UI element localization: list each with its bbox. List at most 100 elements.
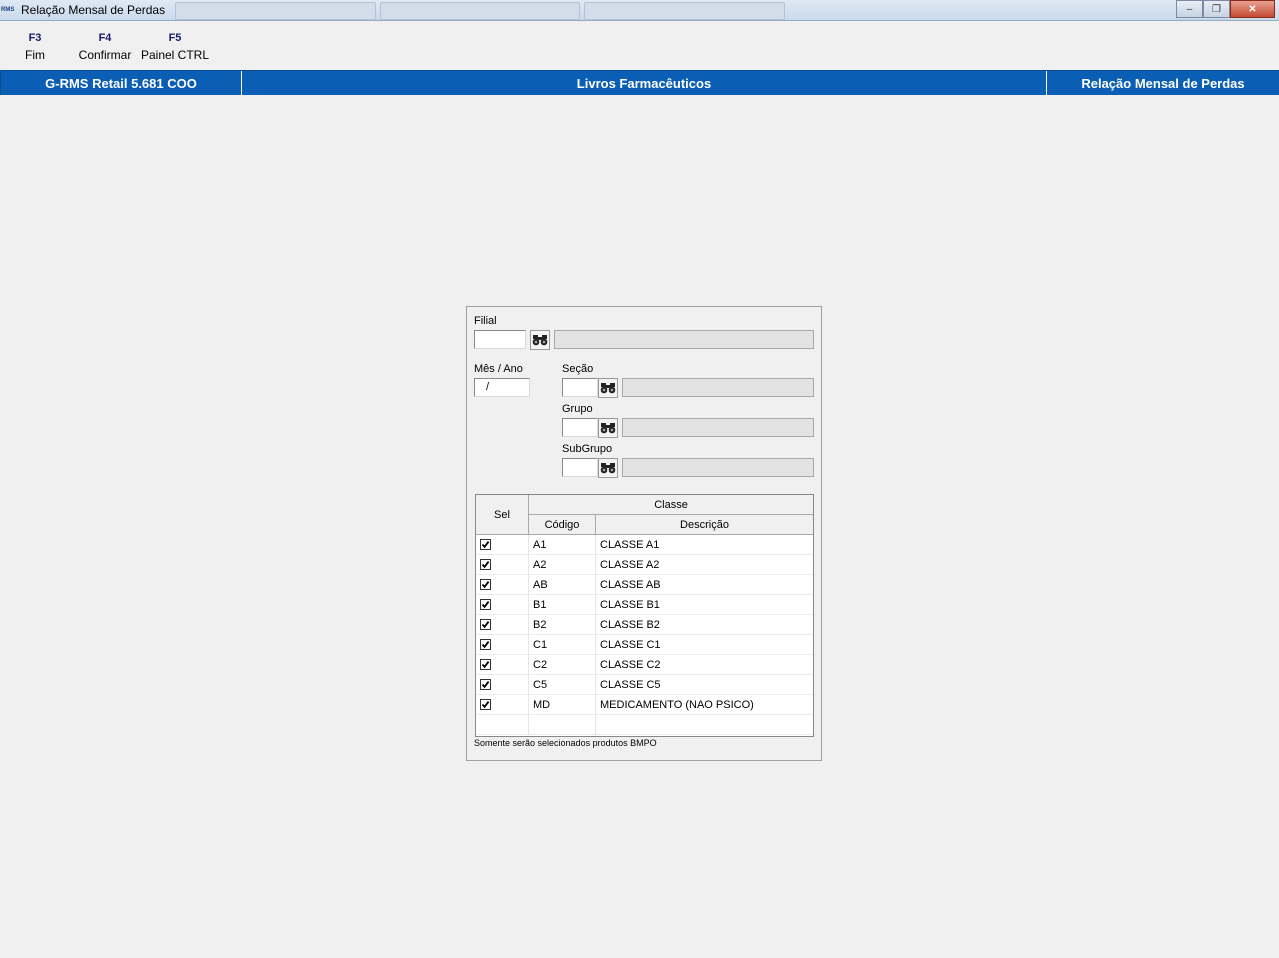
descricao-cell: CLASSE AB bbox=[600, 579, 661, 591]
secao-search-binoculars-icon[interactable] bbox=[598, 378, 618, 398]
bmpo-note: Somente serão selecionados produtos BMPO bbox=[474, 738, 657, 748]
checkbox-checked-icon[interactable] bbox=[480, 559, 491, 570]
sel-cell[interactable] bbox=[476, 595, 529, 615]
descricao-cell: CLASSE A2 bbox=[600, 559, 660, 571]
codigo-cell: B1 bbox=[529, 595, 596, 615]
table-row[interactable]: A2 CLASSE A2 bbox=[476, 555, 813, 575]
background-tab bbox=[175, 2, 376, 20]
subgrupo-label: SubGrupo bbox=[562, 443, 613, 455]
checkbox-checked-icon[interactable] bbox=[480, 619, 491, 630]
codigo-cell: C1 bbox=[529, 635, 596, 655]
module-name: Livros Farmacêuticos bbox=[241, 71, 1046, 95]
classe-grid: Sel Classe Código Descrição A1 CLASSE A1… bbox=[475, 494, 814, 737]
report-form-panel: Filial Mês / Ano / Seção Grupo SubGrupo … bbox=[466, 306, 822, 761]
fkey-code: F4 bbox=[98, 32, 112, 44]
codigo-cell: AB bbox=[529, 575, 596, 595]
codigo-cell: C2 bbox=[529, 655, 596, 675]
codigo-cell: A2 bbox=[529, 555, 596, 575]
col-header-descricao[interactable]: Descrição bbox=[596, 515, 813, 535]
descricao-cell: CLASSE C5 bbox=[600, 679, 661, 691]
f5-painel-ctrl-button[interactable]: F5 Painel CTRL bbox=[140, 30, 210, 68]
col-group-header-classe: Classe bbox=[529, 495, 813, 515]
app-icon: RMS bbox=[1, 7, 15, 13]
codigo-cell: A1 bbox=[529, 535, 596, 555]
close-button[interactable]: ✕ bbox=[1230, 0, 1275, 18]
window-title: Relação Mensal de Perdas bbox=[21, 3, 166, 17]
sel-cell[interactable] bbox=[476, 635, 529, 655]
col-header-sel[interactable]: Sel bbox=[476, 495, 529, 535]
secao-input[interactable] bbox=[562, 378, 598, 397]
mes-ano-label: Mês / Ano bbox=[474, 363, 523, 375]
sel-cell[interactable] bbox=[476, 675, 529, 695]
descricao-cell: MEDICAMENTO (NAO PSICO) bbox=[600, 699, 754, 711]
checkbox-checked-icon[interactable] bbox=[480, 579, 491, 590]
descricao-cell: CLASSE C2 bbox=[600, 659, 661, 671]
fkey-label: Fim bbox=[25, 48, 45, 62]
filial-input[interactable] bbox=[474, 330, 526, 349]
table-row[interactable]: A1 CLASSE A1 bbox=[476, 535, 813, 555]
sel-cell[interactable] bbox=[476, 655, 529, 675]
background-taskbar-tabs bbox=[175, 2, 786, 20]
table-row[interactable]: C1 CLASSE C1 bbox=[476, 635, 813, 655]
grupo-label: Grupo bbox=[562, 403, 593, 415]
col-header-codigo[interactable]: Código bbox=[529, 515, 596, 535]
codigo-cell: B2 bbox=[529, 615, 596, 635]
screen-name: Relação Mensal de Perdas bbox=[1046, 71, 1279, 95]
checkbox-checked-icon[interactable] bbox=[480, 539, 491, 550]
sel-cell[interactable] bbox=[476, 615, 529, 635]
sel-cell[interactable] bbox=[476, 535, 529, 555]
codigo-cell: C5 bbox=[529, 675, 596, 695]
fkey-label: Confirmar bbox=[78, 48, 132, 62]
f3-fim-button[interactable]: F3 Fim bbox=[0, 30, 70, 68]
checkbox-checked-icon[interactable] bbox=[480, 699, 491, 710]
codigo-cell: MD bbox=[529, 695, 596, 715]
maximize-button[interactable]: ❐ bbox=[1203, 0, 1230, 18]
background-tab bbox=[584, 2, 786, 20]
descricao-cell: CLASSE B2 bbox=[600, 619, 660, 631]
checkbox-checked-icon[interactable] bbox=[480, 639, 491, 650]
header-bar: G-RMS Retail 5.681 COO Livros Farmacêuti… bbox=[0, 70, 1279, 95]
empty-cell bbox=[476, 715, 529, 735]
window-controls: – ❐ ✕ bbox=[1176, 0, 1275, 18]
checkbox-checked-icon[interactable] bbox=[480, 679, 491, 690]
table-row[interactable]: MD MEDICAMENTO (NAO PSICO) bbox=[476, 695, 813, 715]
grid-rows: A1 CLASSE A1 A2 CLASSE A2 AB CLASSE AB B… bbox=[476, 535, 813, 735]
mes-ano-input[interactable]: / bbox=[474, 378, 530, 397]
empty-cell bbox=[596, 715, 813, 735]
empty-cell bbox=[529, 715, 596, 735]
system-name: G-RMS Retail 5.681 COO bbox=[0, 71, 241, 95]
table-row[interactable]: C5 CLASSE C5 bbox=[476, 675, 813, 695]
secao-label: Seção bbox=[562, 363, 594, 375]
secao-description-field bbox=[622, 378, 814, 397]
filial-description-field bbox=[554, 330, 814, 349]
subgrupo-search-binoculars-icon[interactable] bbox=[598, 458, 618, 478]
checkbox-checked-icon[interactable] bbox=[480, 659, 491, 670]
descricao-cell: CLASSE A1 bbox=[600, 539, 660, 551]
table-row[interactable]: B2 CLASSE B2 bbox=[476, 615, 813, 635]
fkey-code: F3 bbox=[28, 32, 42, 44]
f4-confirmar-button[interactable]: F4 Confirmar bbox=[70, 30, 140, 68]
fkey-label: Painel CTRL bbox=[140, 48, 210, 62]
descricao-cell: CLASSE B1 bbox=[600, 599, 660, 611]
empty-table-row bbox=[476, 715, 813, 735]
filial-label: Filial bbox=[474, 315, 497, 327]
subgrupo-input[interactable] bbox=[562, 458, 598, 477]
function-key-toolbar: F3 Fim F4 Confirmar F5 Painel CTRL bbox=[0, 30, 210, 68]
checkbox-checked-icon[interactable] bbox=[480, 599, 491, 610]
descricao-cell: CLASSE C1 bbox=[600, 639, 661, 651]
table-row[interactable]: B1 CLASSE B1 bbox=[476, 595, 813, 615]
grupo-search-binoculars-icon[interactable] bbox=[598, 418, 618, 438]
sel-cell[interactable] bbox=[476, 575, 529, 595]
sel-cell[interactable] bbox=[476, 555, 529, 575]
fkey-code: F5 bbox=[168, 32, 182, 44]
table-row[interactable]: AB CLASSE AB bbox=[476, 575, 813, 595]
window-title-bar: RMS Relação Mensal de Perdas – ❐ ✕ bbox=[0, 0, 1279, 21]
grupo-input[interactable] bbox=[562, 418, 598, 437]
sel-cell[interactable] bbox=[476, 695, 529, 715]
grupo-description-field bbox=[622, 418, 814, 437]
minimize-button[interactable]: – bbox=[1176, 0, 1203, 18]
filial-search-binoculars-icon[interactable] bbox=[530, 330, 550, 350]
subgrupo-description-field bbox=[622, 458, 814, 477]
background-tab bbox=[379, 2, 581, 20]
table-row[interactable]: C2 CLASSE C2 bbox=[476, 655, 813, 675]
